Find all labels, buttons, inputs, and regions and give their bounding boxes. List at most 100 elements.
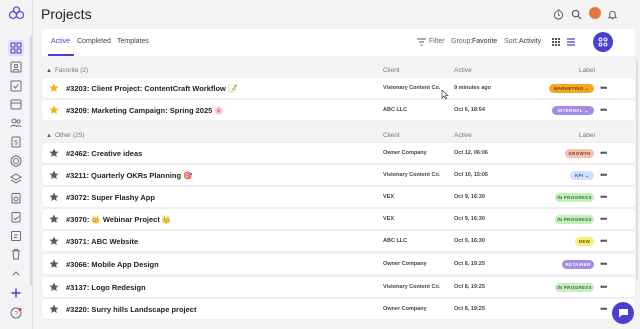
search-icon[interactable]: [570, 8, 582, 20]
star-icon[interactable]: [49, 236, 59, 246]
group-title: Favorite (2): [54, 67, 89, 74]
project-name[interactable]: #2462: Creative ideas: [66, 149, 142, 158]
clipboard-clock-icon[interactable]: [9, 191, 23, 205]
chat-button[interactable]: [612, 302, 634, 324]
sort-select[interactable]: Activity: [519, 38, 541, 45]
dashboard-grid-icon[interactable]: [8, 40, 24, 56]
table-row[interactable]: #2462: Creative ideas Owner Company Oct …: [42, 143, 635, 163]
chevron-down-icon: ⌄: [584, 172, 590, 178]
tab-completed[interactable]: Completed: [77, 38, 111, 45]
status-badge[interactable]: GROWTH: [565, 149, 594, 158]
tab-templates[interactable]: Templates: [117, 38, 149, 45]
checkbox-icon[interactable]: [9, 79, 23, 93]
status-badge[interactable]: INTERNAL ⌄: [552, 106, 594, 115]
column-label[interactable]: Label: [579, 132, 595, 139]
star-icon[interactable]: [49, 170, 59, 180]
project-name[interactable]: #3209: Marketing Campaign: Spring 2025 🌸: [66, 106, 224, 115]
table-row[interactable]: #3066: Mobile App Design Owner Company O…: [42, 254, 635, 274]
table-row[interactable]: #3220: Surry hills Landscape project Own…: [42, 299, 635, 319]
table-row[interactable]: #3070: 👑 Webinar Project 👑 VEX Oct 9, 16…: [42, 209, 635, 229]
star-icon[interactable]: [49, 192, 59, 202]
status-badge[interactable]: KPI ⌄: [570, 171, 594, 180]
column-active[interactable]: Active: [454, 67, 472, 74]
project-name[interactable]: #3066: Mobile App Design: [66, 260, 159, 269]
more-options-icon[interactable]: •••: [600, 170, 608, 180]
layers-icon[interactable]: [9, 172, 23, 186]
filter-icon[interactable]: [417, 38, 426, 46]
project-active-time: Oct 9, 16:30: [454, 216, 485, 222]
status-badge[interactable]: RETAINER: [562, 260, 594, 269]
svg-text:?: ?: [14, 311, 18, 318]
report-icon[interactable]: [9, 229, 23, 243]
status-badge[interactable]: NEW: [575, 237, 594, 246]
project-name[interactable]: #3220: Surry hills Landscape project: [66, 305, 196, 314]
more-options-icon[interactable]: •••: [600, 214, 608, 224]
rail-scrollbar[interactable]: [30, 36, 32, 286]
table-row[interactable]: #3211: Quarterly OKRs Planning 🎯 Visiona…: [42, 165, 635, 185]
left-rail: $ ?: [0, 0, 33, 329]
table-row[interactable]: #3137: Logo Redesign Visionary Content C…: [42, 277, 635, 297]
project-client: ABC LLC: [383, 238, 408, 244]
calendar-icon[interactable]: [9, 97, 23, 111]
group-toggle-other[interactable]: ▲ Other (25): [46, 132, 85, 139]
app-logo-icon[interactable]: [8, 6, 25, 20]
status-badge[interactable]: MARKETING ⌄: [549, 84, 594, 93]
more-options-icon[interactable]: •••: [600, 236, 608, 246]
group-select[interactable]: Favorite: [472, 38, 497, 45]
add-project-button[interactable]: [593, 32, 613, 52]
people-icon[interactable]: [9, 116, 23, 130]
table-row[interactable]: #3203: Client Project: ContentCraft Work…: [42, 78, 635, 98]
avatar[interactable]: [589, 7, 601, 19]
column-client[interactable]: Client: [383, 67, 400, 74]
status-badge[interactable]: IN PROGRESS: [555, 193, 594, 202]
target-icon[interactable]: [9, 154, 23, 168]
filter-button[interactable]: Filter: [429, 38, 445, 45]
project-name[interactable]: #3072: Super Flashy App: [66, 193, 155, 202]
contact-card-icon[interactable]: [9, 60, 23, 74]
star-icon[interactable]: [49, 105, 59, 115]
bell-icon[interactable]: [606, 8, 618, 20]
status-badge[interactable]: IN PROGRESS: [555, 283, 594, 292]
project-name[interactable]: #3203: Client Project: ContentCraft Work…: [66, 84, 237, 93]
star-icon[interactable]: [49, 148, 59, 158]
table-row[interactable]: #3072: Super Flashy App VEX Oct 9, 16:30…: [42, 187, 635, 207]
help-icon[interactable]: ?: [9, 306, 23, 320]
more-options-icon[interactable]: •••: [600, 259, 608, 269]
group-label: Group:: [451, 38, 473, 45]
table-row[interactable]: #3209: Marketing Campaign: Spring 2025 🌸…: [42, 100, 635, 120]
column-active[interactable]: Active: [454, 132, 472, 139]
tab-active[interactable]: Active: [51, 38, 70, 45]
project-client: Visionary Content Co.: [383, 284, 441, 290]
project-client: ABC LLC: [383, 107, 408, 113]
more-options-icon[interactable]: •••: [600, 282, 608, 292]
more-options-icon[interactable]: •••: [600, 105, 608, 115]
project-name[interactable]: #3070: 👑 Webinar Project 👑: [66, 215, 171, 224]
grid-view-icon[interactable]: [552, 38, 560, 46]
invoice-icon[interactable]: $: [9, 135, 23, 149]
more-options-icon[interactable]: •••: [600, 148, 608, 158]
clipboard-check-icon[interactable]: [9, 210, 23, 224]
column-client[interactable]: Client: [383, 132, 400, 139]
project-name[interactable]: #3071: ABC Website: [66, 237, 138, 246]
group-toggle-favorite[interactable]: ▲ Favorite (2): [46, 67, 88, 74]
table-row[interactable]: #3071: ABC Website ABC LLC Oct 9, 16:30 …: [42, 231, 635, 251]
star-icon[interactable]: [49, 83, 59, 93]
more-options-icon[interactable]: •••: [600, 83, 608, 93]
star-icon[interactable]: [49, 304, 59, 314]
chevron-up-icon[interactable]: [9, 266, 23, 280]
content-scrollbar[interactable]: [636, 60, 638, 280]
trash-icon[interactable]: [9, 247, 23, 261]
more-options-icon[interactable]: •••: [600, 192, 608, 202]
column-label[interactable]: Label: [579, 67, 595, 74]
status-badge[interactable]: IN PROGRESS: [555, 215, 594, 224]
project-client: Owner Company: [383, 150, 427, 156]
star-icon[interactable]: [49, 282, 59, 292]
add-icon[interactable]: [9, 286, 23, 300]
star-icon[interactable]: [49, 214, 59, 224]
more-options-icon[interactable]: •••: [600, 304, 608, 314]
project-name[interactable]: #3137: Logo Redesign: [66, 283, 146, 292]
project-name[interactable]: #3211: Quarterly OKRs Planning 🎯: [66, 171, 192, 180]
star-icon[interactable]: [49, 259, 59, 269]
list-view-icon[interactable]: [567, 38, 575, 46]
timer-icon[interactable]: [552, 8, 564, 20]
